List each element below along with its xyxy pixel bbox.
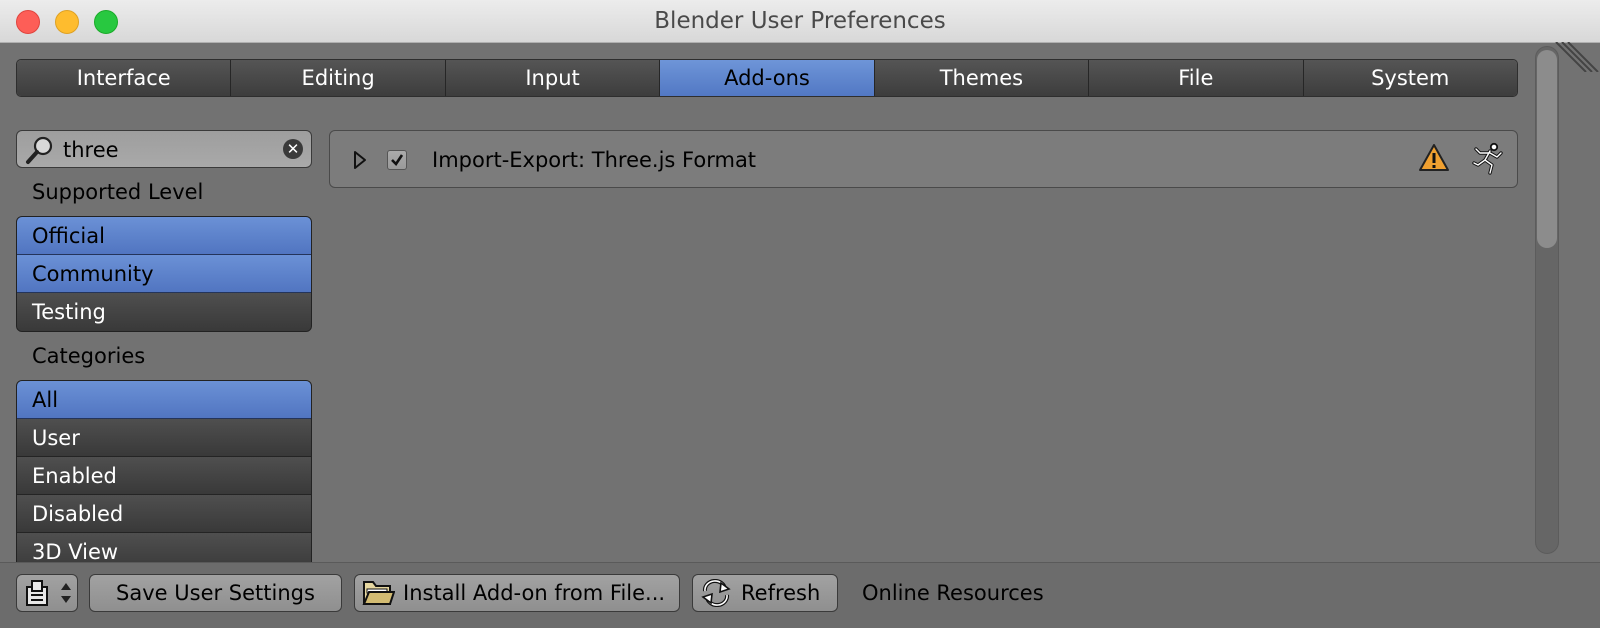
expand-triangle-icon[interactable] <box>352 150 368 170</box>
up-down-arrows-icon <box>61 583 71 603</box>
checkmark-icon <box>391 154 404 167</box>
addon-name: Import-Export: Three.js Format <box>432 148 757 172</box>
addon-search-field[interactable]: three ✕ <box>16 130 312 168</box>
support-community[interactable]: Community <box>17 255 311 293</box>
community-runner-icon <box>1472 142 1503 175</box>
addon-enable-checkbox[interactable] <box>387 150 407 170</box>
tab-file[interactable]: File <box>1089 60 1304 96</box>
warning-icon <box>1419 144 1449 171</box>
tab-editing[interactable]: Editing <box>231 60 446 96</box>
magnifier-icon <box>26 136 53 164</box>
preferences-tabs: Interface Editing Input Add-ons Themes F… <box>16 59 1518 97</box>
category-all[interactable]: All <box>17 381 311 419</box>
clear-search-icon[interactable]: ✕ <box>283 139 303 159</box>
folder-icon <box>362 581 395 605</box>
tab-themes[interactable]: Themes <box>874 60 1090 96</box>
search-input-value[interactable]: three <box>63 131 119 169</box>
tab-interface[interactable]: Interface <box>17 60 232 96</box>
categories-heading: Categories <box>32 344 146 368</box>
area-corner-grip-icon[interactable] <box>1552 42 1600 72</box>
tab-add-ons[interactable]: Add-ons <box>660 60 875 96</box>
editor-type-selector[interactable] <box>16 574 78 612</box>
tab-input[interactable]: Input <box>445 60 661 96</box>
window-title: Blender User Preferences <box>654 8 946 34</box>
addon-row: Import-Export: Three.js Format <box>329 130 1518 188</box>
title-bar: Blender User Preferences <box>0 0 1600 43</box>
category-enabled[interactable]: Enabled <box>17 457 311 495</box>
refresh-button[interactable]: Refresh <box>692 574 838 612</box>
preferences-editor-icon <box>26 580 48 606</box>
categories-list: All User Enabled Disabled 3D View <box>16 380 312 570</box>
support-official[interactable]: Official <box>17 217 311 255</box>
preferences-window: Blender User Preferences Interface Editi… <box>0 0 1600 628</box>
tab-system[interactable]: System <box>1303 60 1517 96</box>
online-resources-menu[interactable]: Online Resources <box>862 574 1044 612</box>
refresh-icon <box>701 579 731 607</box>
category-disabled[interactable]: Disabled <box>17 495 311 533</box>
install-addon-label: Install Add-on from File... <box>403 581 666 605</box>
support-testing[interactable]: Testing <box>17 293 311 331</box>
save-user-settings-button[interactable]: Save User Settings <box>89 574 342 612</box>
supported-level-heading: Supported Level <box>32 180 204 204</box>
supported-level-list: Official Community Testing <box>16 216 312 332</box>
scrollbar-thumb[interactable] <box>1537 50 1557 248</box>
refresh-label: Refresh <box>741 581 821 605</box>
bottom-toolbar: Save User Settings Install Add-on from F… <box>0 562 1600 628</box>
install-addon-button[interactable]: Install Add-on from File... <box>354 574 680 612</box>
category-user[interactable]: User <box>17 419 311 457</box>
